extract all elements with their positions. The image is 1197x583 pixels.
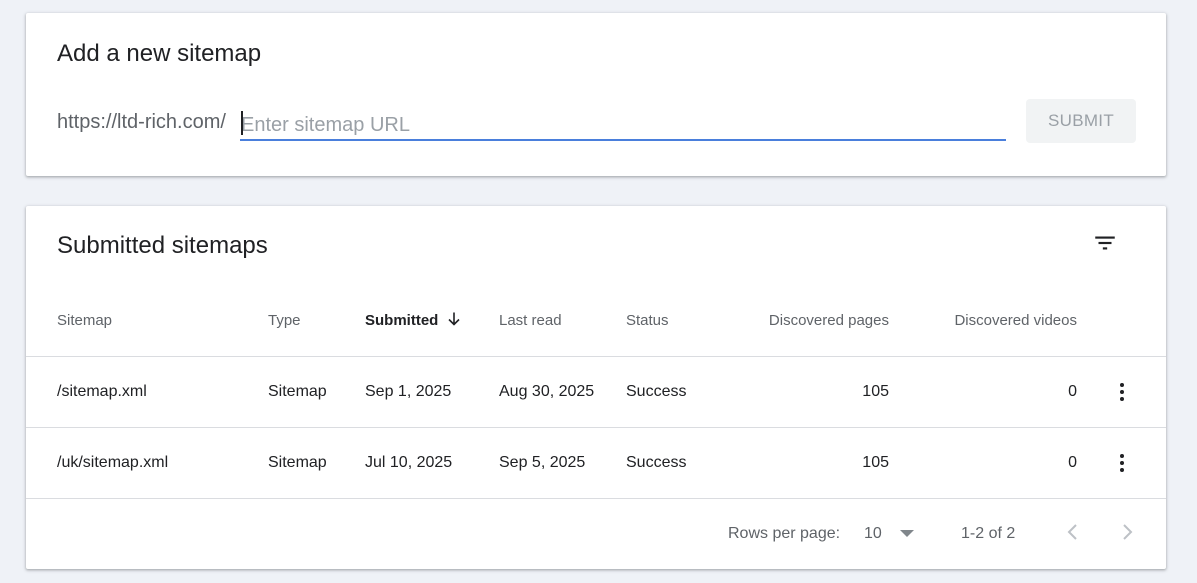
rows-per-page-label: Rows per page: <box>728 525 841 542</box>
cell-type: Sitemap <box>268 427 365 499</box>
cell-submitted: Jul 10, 2025 <box>365 427 499 499</box>
rows-per-page-select[interactable]: 10 <box>864 525 882 543</box>
cell-sitemap: /sitemap.xml <box>26 356 268 428</box>
column-header-label: Sitemap <box>57 312 113 330</box>
column-header-type[interactable]: Type <box>268 286 365 357</box>
cell-discovered-videos: 0 <box>889 427 1077 499</box>
row-actions-cell <box>1077 356 1166 428</box>
cell-last-read: Sep 5, 2025 <box>499 427 626 499</box>
column-header-discovered-pages[interactable]: Discovered pages <box>736 286 889 357</box>
column-header-discovered-videos[interactable]: Discovered videos <box>889 286 1077 357</box>
column-header-label: Submitted <box>365 312 439 330</box>
filter-icon[interactable] <box>1092 230 1118 256</box>
column-header-label: Discovered videos <box>954 312 1077 330</box>
chevron-right-icon[interactable] <box>1115 520 1139 544</box>
cell-discovered-videos: 0 <box>889 356 1077 428</box>
cell-discovered-pages: 105 <box>736 427 889 499</box>
sitemap-url-field[interactable] <box>240 107 1006 141</box>
column-header-last-read[interactable]: Last read <box>499 286 626 357</box>
column-header-sitemap[interactable]: Sitemap <box>26 286 268 357</box>
sitemaps-table: Sitemap Type Submitted Last read Status … <box>26 286 1166 499</box>
cell-sitemap: /uk/sitemap.xml <box>26 427 268 499</box>
cell-submitted: Sep 1, 2025 <box>365 356 499 428</box>
cell-status: Success <box>626 427 736 499</box>
cell-last-read: Aug 30, 2025 <box>499 356 626 428</box>
submit-button[interactable]: SUBMIT <box>1026 99 1136 143</box>
add-sitemap-card: Add a new sitemap https://ltd-rich.com/ … <box>26 13 1166 176</box>
table-pagination: Rows per page: 10 1-2 of 2 <box>26 499 1166 569</box>
text-caret <box>241 111 243 135</box>
column-header-label: Discovered pages <box>768 312 889 330</box>
column-header-submitted[interactable]: Submitted <box>365 286 499 357</box>
column-header-label: Status <box>626 312 669 330</box>
url-prefix: https://ltd-rich.com/ <box>57 111 226 133</box>
table-row[interactable]: /sitemap.xml Sitemap Sep 1, 2025 Aug 30,… <box>26 356 1166 428</box>
sitemap-url-input[interactable] <box>240 107 1006 139</box>
cell-discovered-pages: 105 <box>736 356 889 428</box>
column-header-label: Type <box>268 312 301 330</box>
chevron-down-icon[interactable] <box>900 530 914 537</box>
table-row[interactable]: /uk/sitemap.xml Sitemap Jul 10, 2025 Sep… <box>26 427 1166 499</box>
pagination-range: 1-2 of 2 <box>961 525 1016 542</box>
cell-type: Sitemap <box>268 356 365 428</box>
table-header-row: Sitemap Type Submitted Last read Status … <box>26 286 1166 357</box>
cell-status: Success <box>626 356 736 428</box>
column-header-label: Last read <box>499 312 562 330</box>
more-vert-icon[interactable] <box>1110 451 1134 475</box>
row-actions-cell <box>1077 427 1166 499</box>
more-vert-icon[interactable] <box>1110 380 1134 404</box>
column-header-actions <box>1077 286 1166 357</box>
submitted-sitemaps-card: Submitted sitemaps Sitemap Type Submitte… <box>26 206 1166 569</box>
arrow-down-icon <box>448 312 460 326</box>
column-header-status[interactable]: Status <box>626 286 736 357</box>
add-sitemap-title: Add a new sitemap <box>57 40 262 67</box>
chevron-left-icon[interactable] <box>1061 520 1085 544</box>
submitted-sitemaps-title: Submitted sitemaps <box>57 232 268 259</box>
